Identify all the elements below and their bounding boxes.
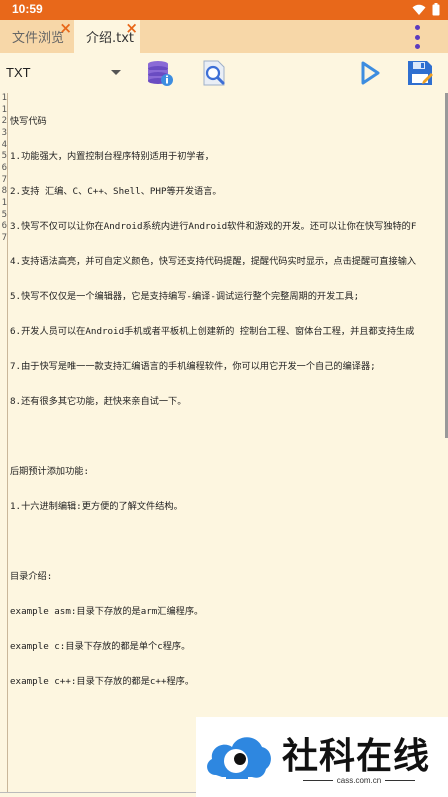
watermark-logo bbox=[207, 737, 271, 779]
code-line: 快写代码 bbox=[10, 116, 47, 128]
wifi-icon bbox=[412, 4, 426, 15]
line-number: 1 bbox=[1, 197, 7, 208]
run-icon[interactable] bbox=[356, 59, 384, 87]
code-line: example asm:目录下存放的是arm汇编程序。 bbox=[10, 605, 204, 617]
close-icon[interactable]: × bbox=[125, 21, 138, 36]
line-number: 3 bbox=[1, 127, 7, 138]
line-number: 5 bbox=[1, 209, 7, 220]
line-number: 1 bbox=[1, 104, 7, 115]
line-number: 1 bbox=[1, 93, 7, 103]
code-line: 1.功能强大，内置控制台程序特别适用于初学者， bbox=[10, 151, 214, 163]
line-number: 8 bbox=[1, 186, 7, 197]
code-line: 8.还有很多其它功能，赶快来亲自试一下。 bbox=[10, 395, 187, 407]
code-line: example c++:目录下存放的都是c++程序。 bbox=[10, 675, 195, 687]
language-select[interactable]: TXT bbox=[6, 65, 31, 80]
tab-bar: 文件浏览 × 介绍.txt × bbox=[0, 20, 448, 53]
code-line: 2.支持 汇编、C、C++、Shell、PHP等开发语言。 bbox=[10, 186, 222, 198]
watermark-domain: cass.com.cn bbox=[282, 776, 436, 785]
line-numbers: 1 1 2 3 4 5 6 7 8 1 5 6 7 bbox=[0, 93, 7, 245]
save-edit-icon[interactable] bbox=[406, 59, 434, 87]
line-number: 6 bbox=[1, 221, 7, 232]
code-line: example c:目录下存放的都是单个c程序。 bbox=[10, 640, 191, 652]
code-editor[interactable]: 1 1 2 3 4 5 6 7 8 1 5 6 7 快写代码 1.功能强大，内置… bbox=[0, 93, 448, 797]
code-line: 目录介绍: bbox=[10, 570, 53, 582]
tab-intro-txt[interactable]: 介绍.txt × bbox=[74, 20, 140, 53]
line-number: 7 bbox=[1, 174, 7, 185]
code-line: 4.支持语法高亮，并可自定义颜色，快写还支持代码提醒，提醒代码实时显示，点击提醒… bbox=[10, 256, 417, 268]
line-number: 4 bbox=[1, 139, 7, 150]
code-text[interactable]: 快写代码 1.功能强大，内置控制台程序特别适用于初学者， 2.支持 汇编、C、C… bbox=[10, 93, 442, 711]
database-info-icon[interactable] bbox=[146, 59, 174, 87]
close-icon[interactable]: × bbox=[59, 21, 72, 36]
code-line: 1.十六进制编辑:更方便的了解文件结构。 bbox=[10, 500, 183, 512]
search-icon[interactable] bbox=[200, 59, 228, 87]
line-number: 2 bbox=[1, 116, 7, 127]
watermark-title: 社科在线 bbox=[282, 736, 431, 777]
line-number: 6 bbox=[1, 162, 7, 173]
toolbar: TXT bbox=[0, 53, 448, 93]
code-line: 3.快写不仅可以让你在Android系统内进行Android软件和游戏的开发。还… bbox=[10, 221, 417, 233]
tab-label: 文件浏览 bbox=[12, 31, 65, 46]
code-line: 5.快写不仅仅是一个编辑器，它是支持编写-编译-调试运行整个完整周期的开发工具; bbox=[10, 291, 360, 303]
status-bar: 10:59 bbox=[0, 0, 448, 20]
watermark: 社科在线 cass.com.cn bbox=[196, 717, 448, 797]
battery-icon bbox=[432, 3, 440, 16]
overflow-menu-icon[interactable] bbox=[412, 25, 422, 49]
tab-file-browser[interactable]: 文件浏览 × bbox=[0, 20, 74, 53]
line-number: 7 bbox=[1, 232, 7, 243]
status-icons bbox=[412, 3, 440, 16]
code-line: 7.由于快写是唯一一款支持汇编语言的手机编程软件，你可以用它开发一个自己的编译器… bbox=[10, 360, 376, 372]
chevron-down-icon[interactable] bbox=[111, 70, 121, 75]
line-number: 5 bbox=[1, 151, 7, 162]
code-line: 6.开发人员可以在Android手机或者平板机上创建新的 控制台工程、窗体台工程… bbox=[10, 326, 415, 338]
status-time: 10:59 bbox=[12, 2, 43, 16]
code-line: 后期预计添加功能: bbox=[10, 465, 90, 477]
